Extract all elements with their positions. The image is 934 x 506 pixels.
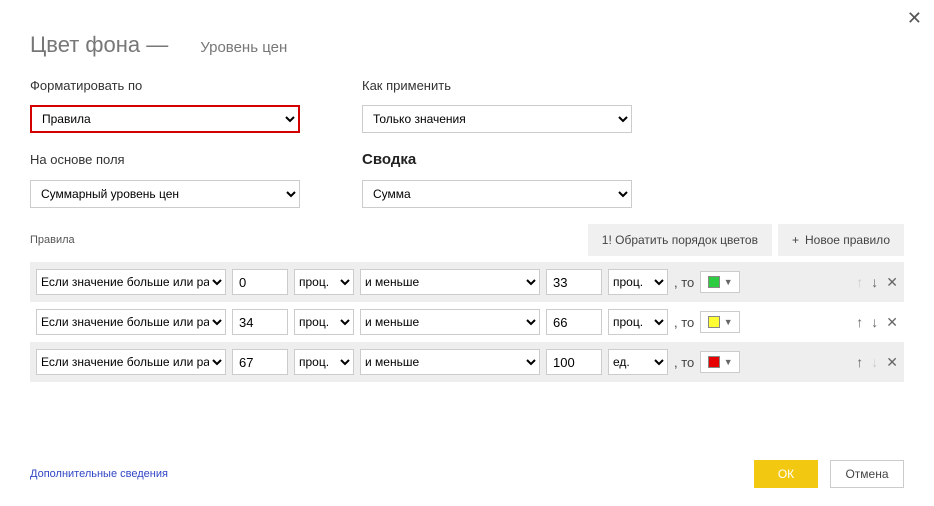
rule-then-label: , то bbox=[674, 275, 694, 290]
move-up-icon: ↑ bbox=[856, 274, 863, 290]
delete-rule-icon[interactable]: ✕ bbox=[886, 314, 898, 331]
dialog-title: Цвет фона — Уровень цен bbox=[30, 32, 904, 58]
title-field: Уровень цен bbox=[200, 39, 287, 56]
reverse-colors-label: 1! Обратить порядок цветов bbox=[602, 233, 758, 247]
rule-condition-select[interactable]: Если значение больше или равно bbox=[36, 269, 226, 295]
apply-label: Как применить bbox=[362, 78, 662, 93]
chevron-down-icon: ▼ bbox=[724, 277, 733, 287]
rule-condition-select[interactable]: Если значение больше или равно bbox=[36, 309, 226, 335]
rules-list: Если значение больше или равнопроц.и мен… bbox=[30, 262, 904, 382]
plus-icon: + bbox=[792, 233, 799, 247]
rule-row: Если значение больше или равно проц.и мен… bbox=[30, 342, 904, 382]
rule-from-input[interactable] bbox=[232, 349, 288, 375]
based-on-label: На основе поля bbox=[30, 152, 330, 167]
summary-select[interactable]: Сумма bbox=[362, 180, 632, 208]
rule-andless-select[interactable]: и меньше bbox=[360, 349, 540, 375]
reverse-colors-button[interactable]: 1! Обратить порядок цветов bbox=[588, 224, 772, 256]
title-main: Цвет фона — bbox=[30, 32, 168, 58]
rule-andless-select[interactable]: и меньше bbox=[360, 309, 540, 335]
format-by-select[interactable]: Правила bbox=[30, 105, 300, 133]
color-swatch bbox=[708, 356, 720, 368]
move-down-icon[interactable]: ↓ bbox=[871, 274, 878, 290]
rule-from-input[interactable] bbox=[232, 269, 288, 295]
cancel-button[interactable]: Отмена bbox=[830, 460, 904, 488]
rule-to-unit-select[interactable]: ед. bbox=[608, 349, 668, 375]
apply-select[interactable]: Только значения bbox=[362, 105, 632, 133]
move-down-icon: ↓ bbox=[871, 354, 878, 370]
new-rule-button[interactable]: + Новое правило bbox=[778, 224, 904, 256]
rule-from-input[interactable] bbox=[232, 309, 288, 335]
rule-row: Если значение больше или равнопроц.и мен… bbox=[30, 262, 904, 302]
rule-to-input[interactable] bbox=[546, 309, 602, 335]
delete-rule-icon[interactable]: ✕ bbox=[886, 354, 898, 371]
rule-color-picker[interactable]: ▼ bbox=[700, 351, 740, 373]
summary-label: Сводка bbox=[362, 151, 662, 168]
format-by-label: Форматировать по bbox=[30, 78, 330, 93]
rule-to-input[interactable] bbox=[546, 269, 602, 295]
new-rule-label: Новое правило bbox=[805, 233, 890, 247]
rule-then-label: , то bbox=[674, 355, 694, 370]
rule-from-unit-select[interactable]: проц. bbox=[294, 309, 354, 335]
rule-from-unit-select[interactable]: проц. bbox=[294, 349, 354, 375]
move-up-icon[interactable]: ↑ bbox=[856, 354, 863, 370]
rule-row: Если значение больше или равнопроц.и мен… bbox=[30, 302, 904, 342]
rule-color-picker[interactable]: ▼ bbox=[700, 311, 740, 333]
close-icon[interactable]: ✕ bbox=[907, 8, 922, 29]
move-up-icon[interactable]: ↑ bbox=[856, 314, 863, 330]
rule-condition-select[interactable]: Если значение больше или равно bbox=[36, 349, 226, 375]
based-on-select[interactable]: Суммарный уровень цен bbox=[30, 180, 300, 208]
color-swatch bbox=[708, 276, 720, 288]
rule-to-unit-select[interactable]: проц. bbox=[608, 269, 668, 295]
chevron-down-icon: ▼ bbox=[724, 357, 733, 367]
delete-rule-icon[interactable]: ✕ bbox=[886, 274, 898, 291]
rule-to-input[interactable] bbox=[546, 349, 602, 375]
ok-button[interactable]: ОК bbox=[754, 460, 818, 488]
rule-to-unit-select[interactable]: проц. bbox=[608, 309, 668, 335]
rule-color-picker[interactable]: ▼ bbox=[700, 271, 740, 293]
more-info-link[interactable]: Дополнительные сведения bbox=[30, 468, 168, 480]
move-down-icon[interactable]: ↓ bbox=[871, 314, 878, 330]
rules-section-label: Правила bbox=[30, 234, 588, 246]
color-swatch bbox=[708, 316, 720, 328]
rule-then-label: , то bbox=[674, 315, 694, 330]
rule-from-unit-select[interactable]: проц. bbox=[294, 269, 354, 295]
chevron-down-icon: ▼ bbox=[724, 317, 733, 327]
rule-andless-select[interactable]: и меньше bbox=[360, 269, 540, 295]
